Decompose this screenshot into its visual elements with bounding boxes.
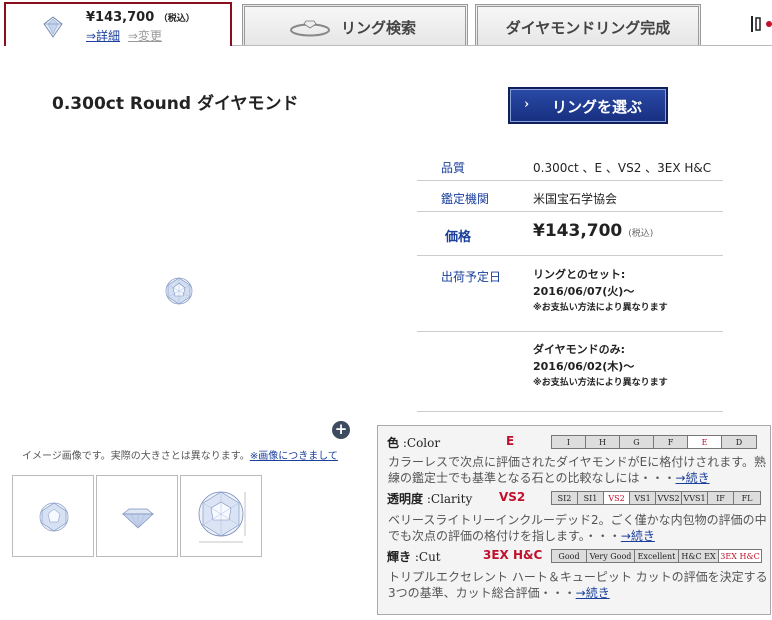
diamond-side-view-icon	[122, 508, 154, 529]
cut-description: トリプルエクセレント ハート＆キューピット カットの評価を決定する3つの基準、カ…	[388, 569, 768, 601]
clarity-scale-cell: IF	[708, 492, 734, 504]
diamond-spec-table: 品質 0.300ct 、E 、VS2 、3EX H&C 鑑定機関 米国宝石学協会…	[417, 148, 723, 412]
diamond-image	[165, 277, 193, 305]
clarity-scale-cell: VVS2	[656, 492, 682, 504]
thumbnail-measurement-view[interactable]	[180, 475, 262, 557]
shipping-loose-block: ダイヤモンドのみ: 2016/06/02(木)〜 ※お支払い方法により異なります	[533, 341, 668, 392]
diamond-thumbnail-icon	[43, 16, 63, 38]
tab-selected-diamond[interactable]: ¥143,700 （税込） ⇒詳細 ⇒変更	[4, 2, 232, 46]
clarity-description-text: ベリースライトリーインクルーデッド2。ごく僅かな内包物の評価の中でも次点の評価の…	[388, 513, 767, 543]
color-more-link[interactable]: →続き	[676, 471, 710, 485]
cut-label-en: :Cut	[414, 550, 441, 564]
cut-label-jp: 輝き	[387, 550, 412, 564]
spec-label: 価格	[445, 230, 472, 245]
cut-label: 輝き :Cut	[387, 548, 441, 565]
choose-ring-button[interactable]: › リングを選ぶ	[508, 87, 668, 124]
shipping-date: 2016/06/02(木)〜	[533, 360, 635, 373]
spec-label: 鑑定機関	[441, 192, 490, 206]
image-note: イメージ画像です。実際の大きさとは異なります。※画像につきまして	[22, 447, 338, 462]
color-scale-cell: I	[552, 436, 586, 448]
spec-value: 0.300ct 、E 、VS2 、3EX H&C	[533, 161, 712, 175]
clarity-scale-cell: SI1	[578, 492, 604, 504]
ring-icon	[290, 20, 330, 37]
color-value: E	[506, 434, 515, 448]
chevron-right-icon: ›	[524, 97, 530, 112]
color-label-en: :Color	[402, 436, 441, 450]
cut-more-link[interactable]: →続き	[576, 586, 610, 600]
cut-scale-cell: Excellent	[635, 550, 679, 562]
diamond-top-view-icon	[39, 502, 69, 532]
change-link[interactable]: ⇒変更	[128, 29, 162, 43]
image-note-link[interactable]: ※画像につきまして	[250, 451, 338, 462]
spec-label: 品質	[441, 161, 466, 175]
zoom-plus-icon[interactable]: +	[332, 421, 350, 439]
page-title: 0.300ct Round ダイヤモンド	[52, 94, 299, 114]
spec-row-price: 価格 ¥143,700 (税込)	[417, 212, 723, 256]
clarity-value: VS2	[499, 490, 526, 504]
tax-note: (税込)	[628, 229, 654, 239]
color-label: 色 :Color	[387, 434, 440, 451]
details-link[interactable]: ⇒詳細	[86, 29, 120, 43]
cut-scale-cell: Very Good	[587, 550, 635, 562]
tab-baseline-divider	[232, 45, 772, 46]
shipping-title: リングとのセット:	[533, 268, 626, 281]
shipping-set-block: リングとのセット: 2016/06/07(火)〜 ※お支払い方法により異なります	[533, 266, 668, 317]
grading-panel: 色 :Color E I H G F E D カラーレスで次点に評価されたダイヤ…	[377, 425, 771, 615]
clarity-scale-cell: VS1	[630, 492, 656, 504]
tab-ring-search[interactable]: リング検索	[242, 4, 468, 46]
selected-diamond-price: ¥143,700 （税込）	[86, 10, 195, 25]
diamond-ring-icon[interactable]	[750, 14, 772, 38]
clarity-label-en: :Clarity	[426, 492, 473, 506]
color-scale-cell: H	[586, 436, 620, 448]
shipping-note: ※お支払い方法により異なります	[533, 378, 668, 388]
tab-ring-search-label: リング検索	[341, 19, 417, 37]
color-label-jp: 色	[387, 436, 400, 450]
color-scale-cell-selected: E	[688, 436, 722, 448]
diamond-measurement-icon	[198, 491, 246, 543]
thumbnail-top-view[interactable]	[12, 475, 94, 557]
spec-row-shipping-set: 出荷予定日 リングとのセット: 2016/06/07(火)〜 ※お支払い方法によ…	[417, 256, 723, 332]
clarity-more-link[interactable]: →続き	[621, 529, 655, 543]
spec-row-lab: 鑑定機関 米国宝石学協会	[417, 181, 723, 212]
price-value: ¥143,700 (税込)	[533, 221, 653, 241]
color-scale: I H G F E D	[551, 435, 757, 449]
cut-scale-cell: Good	[552, 550, 587, 562]
tab-complete-ring[interactable]: ダイヤモンドリング完成	[475, 4, 701, 46]
clarity-scale-cell: SI2	[552, 492, 578, 504]
spec-row-quality: 品質 0.300ct 、E 、VS2 、3EX H&C	[417, 148, 723, 181]
image-note-text: イメージ画像です。実際の大きさとは異なります。	[22, 451, 250, 462]
clarity-scale-cell: FL	[734, 492, 760, 504]
color-scale-cell: G	[620, 436, 654, 448]
price-text: ¥143,700	[86, 10, 155, 25]
color-scale-cell: D	[722, 436, 756, 448]
cut-scale-cell-selected: 3EX H&C	[719, 550, 761, 562]
shipping-note: ※お支払い方法により異なります	[533, 303, 668, 313]
choose-ring-label: リングを選ぶ	[552, 98, 643, 116]
clarity-label-jp: 透明度	[387, 492, 424, 506]
spec-value: 米国宝石学協会	[533, 192, 618, 206]
spec-row-shipping-loose: ダイヤモンドのみ: 2016/06/02(木)〜 ※お支払い方法により異なります	[417, 332, 723, 412]
clarity-scale: SI2 SI1 VS2 VS1 VVS2 VVS1 IF FL	[551, 491, 761, 505]
shipping-title: ダイヤモンドのみ:	[533, 343, 626, 356]
shipping-date: 2016/06/07(火)〜	[533, 285, 635, 298]
cut-scale-cell: H&C EX	[679, 550, 719, 562]
clarity-scale-cell: VVS1	[682, 492, 708, 504]
clarity-description: ベリースライトリーインクルーデッド2。ごく僅かな内包物の評価の中でも次点の評価の…	[388, 512, 768, 544]
price-amount: ¥143,700	[533, 221, 623, 241]
spec-label: 出荷予定日	[441, 270, 502, 284]
tax-note: （税込）	[158, 14, 195, 24]
cut-value: 3EX H&C	[483, 548, 543, 562]
cut-scale: Good Very Good Excellent H&C EX 3EX H&C	[551, 549, 762, 563]
clarity-label: 透明度 :Clarity	[387, 490, 472, 507]
tab-complete-label: ダイヤモンドリング完成	[505, 19, 671, 37]
tab-links: ⇒詳細 ⇒変更	[86, 27, 162, 44]
color-description: カラーレスで次点に評価されたダイヤモンドがEに格付けされます。熟練の鑑定士でも基…	[388, 454, 768, 486]
color-scale-cell: F	[654, 436, 688, 448]
clarity-scale-cell-selected: VS2	[604, 492, 630, 504]
thumbnail-side-view[interactable]	[96, 475, 178, 557]
